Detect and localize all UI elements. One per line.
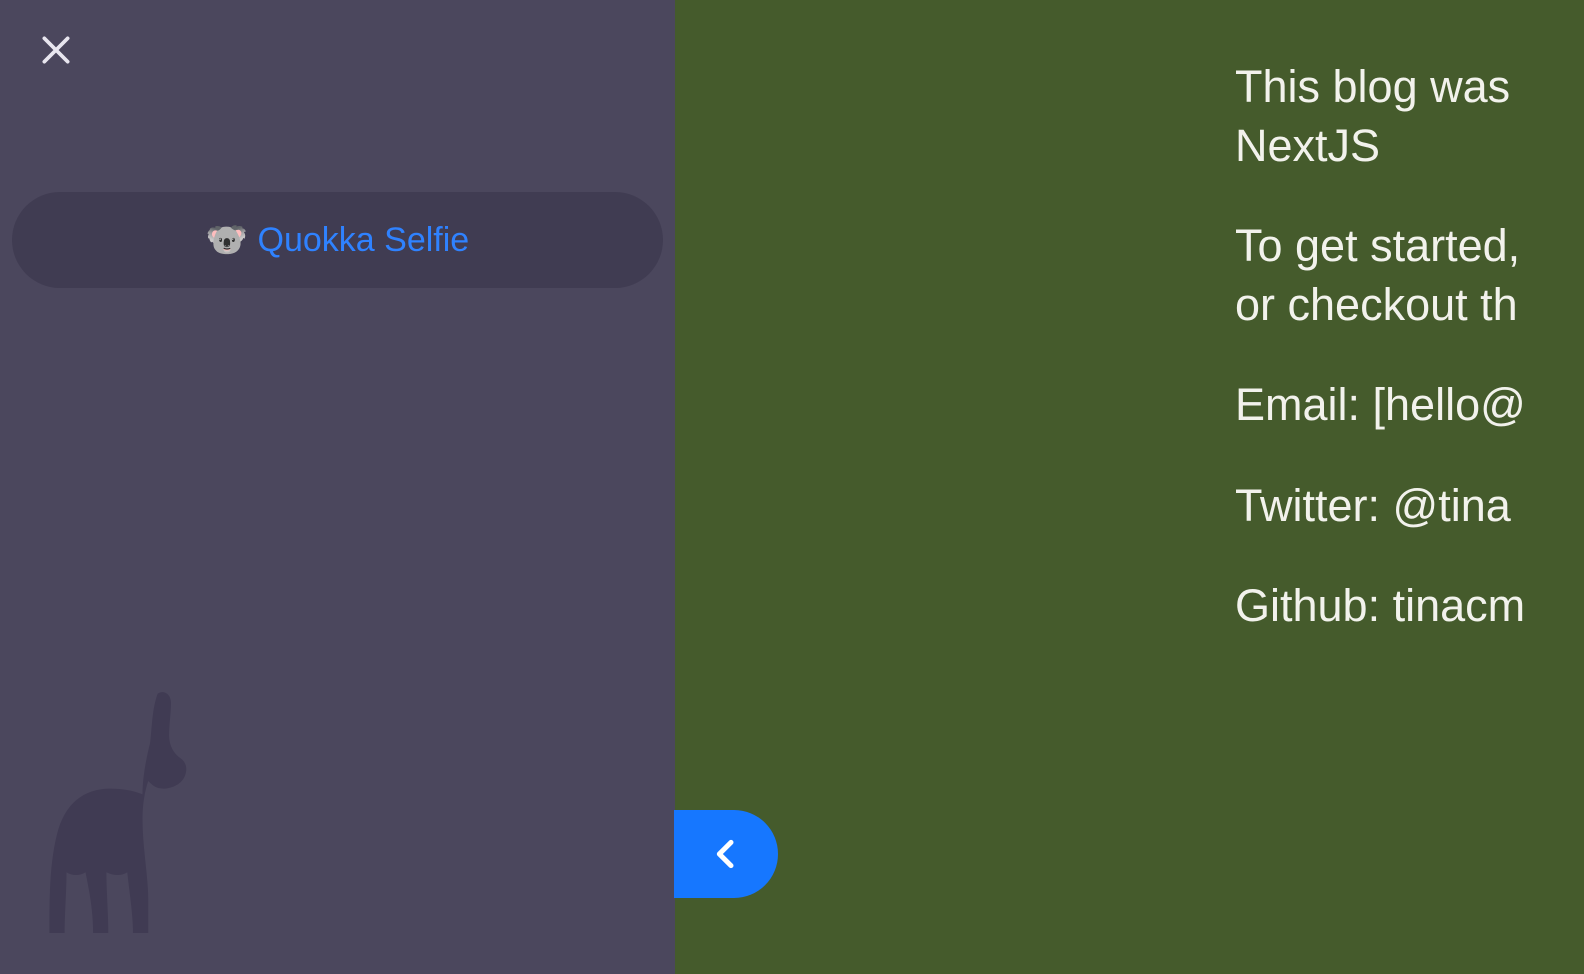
- content-paragraph: Email: [hello@: [1235, 376, 1584, 435]
- content-paragraph: To get started, or checkout th: [1235, 217, 1584, 334]
- close-button[interactable]: [30, 24, 82, 76]
- content-paragraph: This blog was NextJS: [1235, 58, 1584, 175]
- editor-sidebar: [0, 0, 675, 974]
- close-icon: [36, 30, 76, 70]
- llama-icon: [38, 684, 228, 954]
- form-area: [12, 192, 663, 288]
- collapse-sidebar-button[interactable]: [674, 810, 778, 898]
- content-paragraph: Twitter: @tina: [1235, 477, 1584, 536]
- page-content: This blog was NextJS To get started, or …: [675, 0, 1584, 974]
- chevron-left-icon: [706, 834, 746, 874]
- tina-llama-logo: [38, 684, 228, 954]
- title-input[interactable]: [12, 192, 663, 288]
- content-paragraph: Github: tinacm: [1235, 577, 1584, 636]
